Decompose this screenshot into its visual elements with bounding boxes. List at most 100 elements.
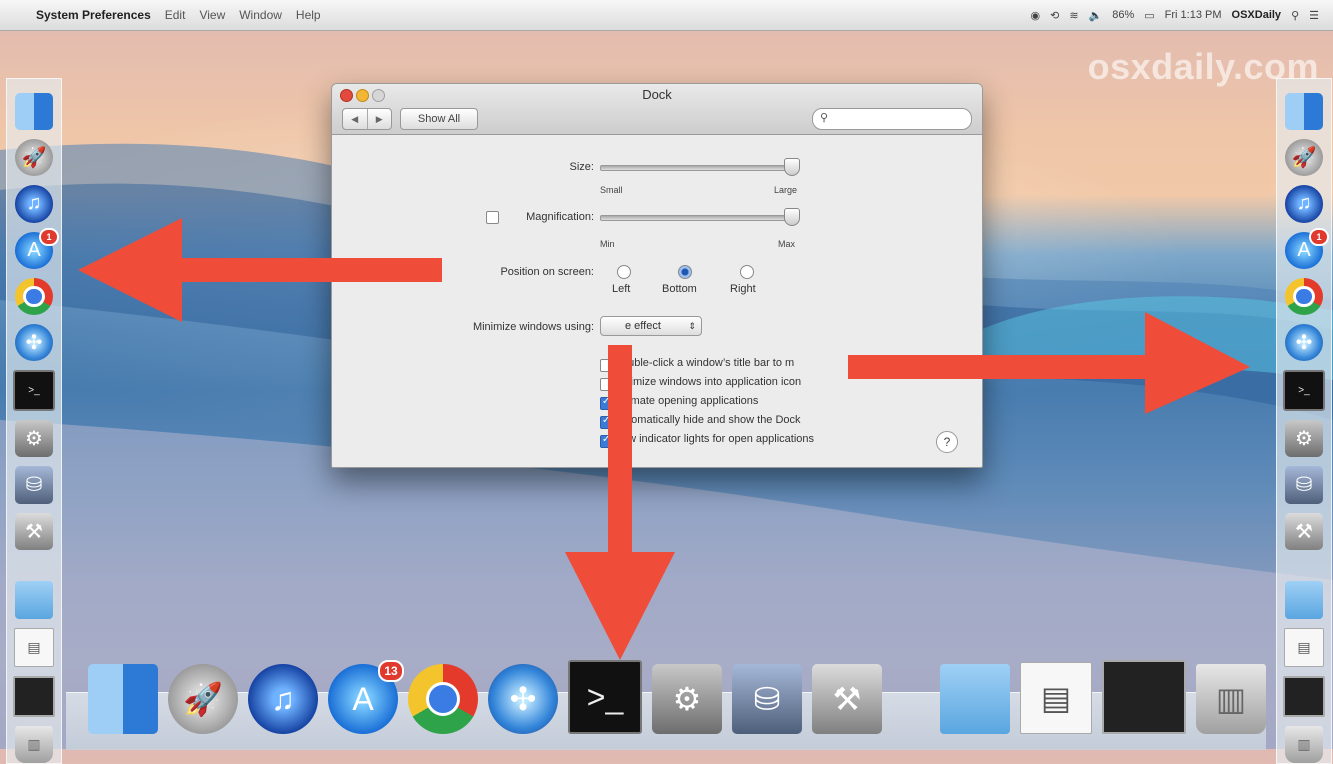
system-preferences-icon[interactable]: ⚙ xyxy=(15,420,53,458)
position-bottom-label: Bottom xyxy=(662,283,697,295)
magnification-slider[interactable] xyxy=(600,215,794,221)
preview-icon[interactable]: ▤ xyxy=(14,627,54,667)
volume-icon[interactable]: 🔈 xyxy=(1089,9,1103,22)
menu-help[interactable]: Help xyxy=(296,8,321,22)
itunes-icon[interactable]: ♫ xyxy=(1285,185,1323,223)
menu-extras: ◉ ⟲ ≋ 🔈 86% ▭ Fri 1:13 PM OSXDaily ⚲ ☰ xyxy=(1030,9,1333,22)
battery-icon[interactable]: ▭ xyxy=(1144,9,1154,22)
search-icon: ⚲ xyxy=(820,112,829,124)
system-preferences-icon[interactable]: ⚙ xyxy=(1285,420,1323,458)
back-icon[interactable]: ◀ xyxy=(343,109,368,129)
right-dock: 🚀 ♫ A1 ✣ >_ ⚙ ⛁ ⚒ ▤ ▥ xyxy=(1276,78,1332,764)
chrome-icon[interactable] xyxy=(15,277,53,315)
console-icon[interactable]: ⚒ xyxy=(15,512,53,550)
system-preferences-icon[interactable]: ⚙ xyxy=(652,664,722,734)
menu-edit[interactable]: Edit xyxy=(165,8,186,22)
terminal-icon[interactable]: >_ xyxy=(13,370,55,412)
eye-icon[interactable]: ◉ xyxy=(1030,9,1040,22)
show-all-button[interactable]: Show All xyxy=(400,108,478,130)
safari-icon[interactable]: ✣ xyxy=(488,664,558,734)
chrome-icon[interactable] xyxy=(1285,277,1323,315)
folder-icon[interactable] xyxy=(15,581,53,619)
double-click-checkbox[interactable] xyxy=(600,359,613,372)
folder-icon[interactable] xyxy=(1285,581,1323,619)
mag-min-label: Min xyxy=(600,239,615,249)
position-right-label: Right xyxy=(730,283,756,295)
folder-icon[interactable] xyxy=(940,664,1010,734)
app-store-icon[interactable]: A1 xyxy=(15,227,59,269)
minimize-effect-popup[interactable]: e effect ⇕ xyxy=(600,316,702,336)
activity-monitor-icon[interactable] xyxy=(1283,675,1325,717)
launchpad-icon[interactable]: 🚀 xyxy=(15,139,53,177)
magnification-slider-knob[interactable] xyxy=(784,208,800,226)
safari-icon[interactable]: ✣ xyxy=(15,323,53,362)
app-store-badge: 1 xyxy=(1309,227,1329,246)
window-title: Dock xyxy=(642,87,672,102)
animate-checkbox[interactable] xyxy=(600,396,613,410)
activity-monitor-icon[interactable] xyxy=(1102,660,1186,734)
preview-icon[interactable]: ▤ xyxy=(1284,627,1324,667)
position-right-radio[interactable] xyxy=(740,265,754,279)
launchpad-icon[interactable]: 🚀 xyxy=(168,664,238,734)
indicator-lights-label: ow indicator lights for open application… xyxy=(622,433,815,445)
safari-icon[interactable]: ✣ xyxy=(1285,323,1323,362)
user-name[interactable]: OSXDaily xyxy=(1232,9,1282,21)
chrome-icon[interactable] xyxy=(408,664,478,734)
battery-status[interactable]: 86% xyxy=(1112,9,1134,21)
wifi-icon[interactable]: ≋ xyxy=(1069,9,1078,22)
popup-arrows-icon: ⇕ xyxy=(688,321,696,331)
spotlight-icon[interactable]: ⚲ xyxy=(1291,9,1299,22)
double-click-label: ouble-click a window’s title bar to m xyxy=(622,357,795,369)
finder-icon[interactable] xyxy=(88,664,158,734)
trash-icon[interactable]: ▥ xyxy=(1196,664,1266,734)
minimize-effect-value: e effect xyxy=(625,320,661,332)
console-icon[interactable]: ⚒ xyxy=(1285,512,1323,550)
back-forward-control: ◀ ▶ xyxy=(342,108,392,130)
app-store-icon[interactable]: A 13 xyxy=(328,660,404,734)
disk-utility-icon[interactable]: ⛁ xyxy=(1285,466,1323,504)
console-icon[interactable]: ⚒ xyxy=(812,664,882,734)
search-field[interactable]: ⚲ xyxy=(812,108,972,130)
menu-window[interactable]: Window xyxy=(239,8,282,22)
autohide-checkbox[interactable] xyxy=(600,415,613,429)
position-label: Position on screen: xyxy=(500,266,594,278)
preferences-body: Size: Small Large Magnification: Min Max… xyxy=(332,135,982,467)
indicator-lights-checkbox[interactable] xyxy=(600,434,613,448)
menu-app-name[interactable]: System Preferences xyxy=(36,8,151,22)
finder-icon[interactable] xyxy=(15,93,53,131)
minimize-into-icon-checkbox[interactable] xyxy=(600,378,613,391)
position-left-radio[interactable] xyxy=(617,265,631,279)
finder-icon[interactable] xyxy=(1285,93,1323,131)
menu-view[interactable]: View xyxy=(199,8,225,22)
size-slider-knob[interactable] xyxy=(784,158,800,176)
magnification-label: Magnification: xyxy=(526,211,594,223)
itunes-icon[interactable]: ♫ xyxy=(248,664,318,734)
terminal-icon[interactable]: >_ xyxy=(1283,370,1325,412)
minimize-label: Minimize windows using: xyxy=(472,321,594,333)
time-machine-icon[interactable]: ⟲ xyxy=(1050,9,1059,22)
disk-utility-icon[interactable]: ⛁ xyxy=(732,664,802,734)
clock[interactable]: Fri 1:13 PM xyxy=(1165,9,1222,21)
launchpad-icon[interactable]: 🚀 xyxy=(1285,139,1323,177)
animate-label: nimate opening applications xyxy=(622,395,759,407)
app-store-icon[interactable]: A1 xyxy=(1285,227,1329,269)
preview-icon[interactable]: ▤ xyxy=(1020,662,1092,734)
forward-icon[interactable]: ▶ xyxy=(368,109,392,129)
size-slider[interactable] xyxy=(600,165,794,171)
itunes-icon[interactable]: ♫ xyxy=(15,185,53,223)
terminal-icon[interactable]: >_ xyxy=(568,660,642,734)
help-button[interactable]: ? xyxy=(936,431,958,453)
menu-bar: System Preferences Edit View Window Help… xyxy=(0,0,1333,31)
position-bottom-radio[interactable] xyxy=(678,265,692,279)
trash-icon[interactable]: ▥ xyxy=(1285,725,1323,764)
disk-utility-icon[interactable]: ⛁ xyxy=(15,466,53,504)
trash-icon[interactable]: ▥ xyxy=(15,725,53,764)
activity-monitor-icon[interactable] xyxy=(13,675,55,717)
notification-center-icon[interactable]: ☰ xyxy=(1309,9,1319,22)
autohide-label: utomatically hide and show the Dock xyxy=(622,414,801,426)
app-store-badge: 13 xyxy=(378,660,404,682)
position-left-label: Left xyxy=(612,283,631,295)
left-dock: 🚀 ♫ A1 ✣ >_ ⚙ ⛁ ⚒ ▤ ▥ xyxy=(6,78,62,764)
size-max-label: Large xyxy=(774,185,798,195)
app-store-badge: 1 xyxy=(39,227,59,246)
